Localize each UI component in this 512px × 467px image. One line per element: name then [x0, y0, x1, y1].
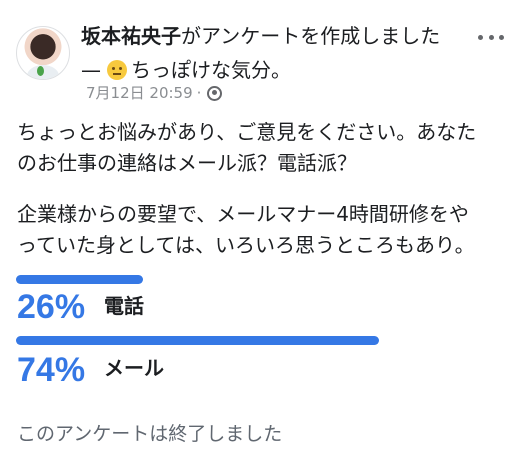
post-header: 坂本祐央子がアンケートを作成しました [81, 22, 440, 50]
poll-option-percent-email: 74% [17, 351, 86, 389]
slightly-frowning-emoji-icon [107, 60, 127, 80]
poll-option-label-email: メール [104, 356, 164, 380]
poll-option-percent-phone: 26% [17, 288, 86, 326]
feeling-line: — ちっぽけな気分。 [81, 56, 291, 84]
avatar-badge-icon [37, 66, 44, 76]
poll-option-label-phone: 電話 [104, 294, 144, 318]
poll-option-bar-phone [16, 275, 143, 284]
more-dot-icon [488, 34, 494, 40]
post-body-line-2: のお仕事の連絡はメール派？電話派？ [17, 151, 357, 175]
post-body-line-4: っていた身としては、いろいろ思うところもあり。 [17, 233, 475, 257]
more-options-button[interactable] [478, 30, 504, 44]
globe-icon[interactable] [207, 85, 223, 101]
feeling-dash: — [81, 58, 101, 82]
poll-post: 坂本祐央子がアンケートを作成しました — ちっぽけな気分。 7月12日 20:5… [0, 0, 512, 467]
more-dot-icon [478, 34, 483, 40]
post-action-text: がアンケートを作成しました [181, 24, 441, 48]
poll-option-bar-email [16, 336, 379, 345]
avatar[interactable] [16, 26, 70, 80]
post-body-line-1: ちょっとお悩みがあり、ご意見をください。あなた [17, 120, 477, 144]
feeling-text[interactable]: ちっぽけな気分。 [131, 56, 291, 84]
poll-ended-notice: このアンケートは終了しました [17, 423, 283, 445]
more-dot-icon [499, 34, 504, 40]
post-body-line-3: 企業様からの要望で、メールマナー4時間研修をや [17, 202, 469, 226]
post-timestamp[interactable]: 7月12日 20:59 [86, 84, 193, 102]
author-name[interactable]: 坂本祐央子 [81, 24, 181, 48]
meta-separator: · [196, 84, 202, 102]
post-meta: 7月12日 20:59 · [86, 84, 223, 102]
